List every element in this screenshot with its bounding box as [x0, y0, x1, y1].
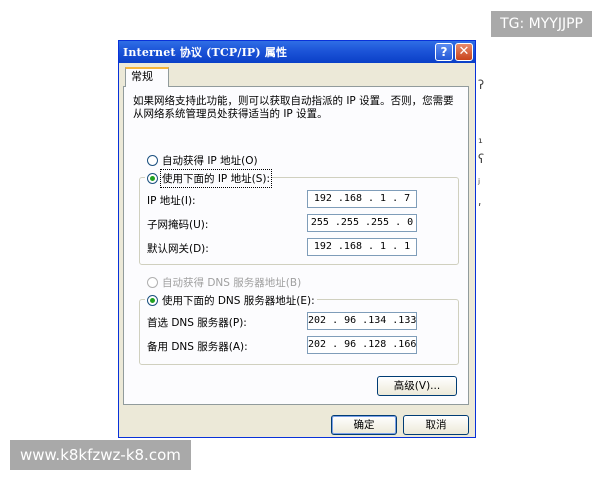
default-gateway-label: 默认网关(D):: [147, 243, 209, 255]
close-button[interactable]: ✕: [455, 43, 473, 61]
edge-glyph-1: ʔ: [478, 78, 485, 92]
manual-dns-label: 使用下面的 DNS 服务器地址(E):: [162, 295, 315, 307]
default-gateway-input[interactable]: 192 .168 . 1 . 1: [307, 238, 417, 256]
ip-address-input[interactable]: 192 .168 . 1 . 7: [307, 190, 417, 208]
watermark-bottom-left: www.k8kfzwz-k8.com: [10, 440, 191, 470]
cancel-button[interactable]: 取消: [403, 415, 469, 435]
subnet-mask-input[interactable]: 255 .255 .255 . 0: [307, 214, 417, 232]
manual-ip-label: 使用下面的 IP 地址(S):: [160, 169, 272, 188]
close-icon: ✕: [458, 44, 470, 59]
ok-button[interactable]: 确定: [331, 415, 397, 435]
description-text: 如果网络支持此功能，则可以获取自动指派的 IP 设置。否则，您需要从网络系统管理…: [133, 95, 454, 120]
help-button[interactable]: ?: [435, 43, 453, 61]
subnet-mask-label: 子网掩码(U):: [147, 219, 209, 231]
dns-groupbox: [139, 299, 459, 365]
edge-glyph-2: ¹: [478, 136, 483, 150]
advanced-button[interactable]: 高级(V)...: [377, 376, 457, 396]
edge-glyph-5: ʹ: [478, 202, 482, 216]
tcpip-properties-dialog: Internet 协议 (TCP/IP) 属性 ? ✕ 常规 如果网络支持此功能…: [118, 40, 476, 438]
alternate-dns-input[interactable]: 202 . 96 .128 .166: [307, 336, 417, 354]
auto-dns-label: 自动获得 DNS 服务器地址(B): [162, 277, 302, 289]
window-title: Internet 协议 (TCP/IP) 属性: [123, 46, 288, 59]
manual-dns-radio[interactable]: 使用下面的 DNS 服务器地址(E):: [145, 293, 317, 308]
edge-glyph-3: ʕ: [478, 152, 485, 166]
ip-address-label: IP 地址(I):: [147, 195, 196, 207]
tab-general[interactable]: 常规: [125, 67, 169, 87]
edge-glyph-4: ʲ: [478, 176, 481, 190]
auto-ip-label: 自动获得 IP 地址(O): [162, 155, 258, 167]
title-bar[interactable]: Internet 协议 (TCP/IP) 属性 ? ✕: [119, 41, 475, 63]
radio-disabled-icon: [147, 277, 158, 288]
radio-unchecked-icon: [147, 155, 158, 166]
radio-checked-icon: [147, 173, 158, 184]
watermark-top-right: TG: MYYJJPP: [491, 11, 592, 37]
auto-dns-radio[interactable]: 自动获得 DNS 服务器地址(B): [147, 275, 301, 290]
preferred-dns-label: 首选 DNS 服务器(P):: [147, 317, 247, 329]
manual-ip-radio[interactable]: 使用下面的 IP 地址(S):: [145, 169, 272, 188]
auto-ip-radio[interactable]: 自动获得 IP 地址(O): [147, 153, 258, 168]
screenshot-page: ʔ ¹ ʕ ʲ ʹ Internet 协议 (TCP/IP) 属性 ? ✕ 常规…: [0, 0, 600, 480]
radio-checked-icon: [147, 295, 158, 306]
preferred-dns-input[interactable]: 202 . 96 .134 .133: [307, 312, 417, 330]
help-icon: ?: [440, 45, 448, 59]
alternate-dns-label: 备用 DNS 服务器(A):: [147, 341, 248, 353]
